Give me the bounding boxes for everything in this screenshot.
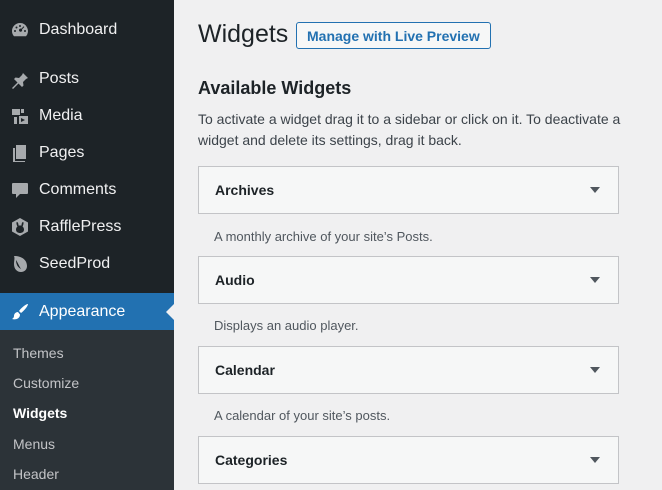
menu-item-media[interactable]: Media <box>0 97 174 134</box>
widget-audio[interactable]: Audio <box>198 256 619 304</box>
dashboard-icon <box>10 20 30 40</box>
widget-title: Calendar <box>215 362 275 378</box>
widget-calendar[interactable]: Calendar <box>198 346 619 394</box>
menu-item-pages[interactable]: Pages <box>0 134 174 171</box>
menu-item-dashboard[interactable]: Dashboard <box>0 11 174 48</box>
widget-archives[interactable]: Archives <box>198 166 619 214</box>
widget-title: Archives <box>215 182 275 198</box>
submenu-item-customize[interactable]: Customize <box>13 375 79 391</box>
manage-live-preview-button[interactable]: Manage with Live Preview <box>296 22 491 49</box>
menu-item-seedprod[interactable]: SeedProd <box>0 245 174 282</box>
pages-icon <box>10 143 30 163</box>
caret-down-icon[interactable] <box>590 367 600 373</box>
menu-item-label: RafflePress <box>39 217 122 235</box>
caret-down-icon[interactable] <box>590 457 600 463</box>
menu-item-appearance[interactable]: Appearance <box>0 293 174 330</box>
submenu-item-menus[interactable]: Menus <box>13 436 55 452</box>
widget-title: Categories <box>215 452 288 468</box>
widget-description: A calendar of your site’s posts. <box>214 408 391 423</box>
menu-item-rafflepress[interactable]: RafflePress <box>0 208 174 245</box>
caret-down-icon[interactable] <box>590 187 600 193</box>
widget-description: A monthly archive of your site’s Posts. <box>214 229 433 244</box>
admin-sidebar: Dashboard Posts Media Pages Comments Raf… <box>0 0 174 490</box>
comment-icon <box>10 180 30 200</box>
widget-description: Displays an audio player. <box>214 318 359 333</box>
widget-categories[interactable]: Categories <box>198 436 619 484</box>
menu-item-label: Appearance <box>39 302 126 320</box>
menu-item-label: Dashboard <box>39 20 118 38</box>
menu-item-label: Pages <box>39 143 85 161</box>
pin-icon <box>10 69 30 89</box>
menu-item-label: Comments <box>39 180 117 198</box>
rafflepress-icon <box>10 217 30 237</box>
brush-icon <box>10 302 30 322</box>
menu-item-comments[interactable]: Comments <box>0 171 174 208</box>
submenu-item-header[interactable]: Header <box>13 466 59 482</box>
menu-item-posts[interactable]: Posts <box>0 60 174 97</box>
menu-item-label: Media <box>39 106 83 124</box>
section-description: To activate a widget drag it to a sideba… <box>198 111 621 148</box>
section-title: Available Widgets <box>198 78 352 98</box>
menu-item-label: SeedProd <box>39 254 111 272</box>
caret-down-icon[interactable] <box>590 277 600 283</box>
submenu-item-widgets[interactable]: Widgets <box>13 405 67 421</box>
appearance-submenu: Themes Customize Widgets Menus Header <box>0 330 174 490</box>
submenu-item-themes[interactable]: Themes <box>13 345 64 361</box>
menu-item-label: Posts <box>39 69 80 87</box>
main-content: Widgets Manage with Live Preview Availab… <box>174 0 662 490</box>
seedprod-icon <box>10 254 30 274</box>
media-icon <box>10 106 30 126</box>
page-title: Widgets <box>198 20 289 48</box>
active-menu-arrow <box>166 303 174 320</box>
widget-title: Audio <box>215 272 255 288</box>
